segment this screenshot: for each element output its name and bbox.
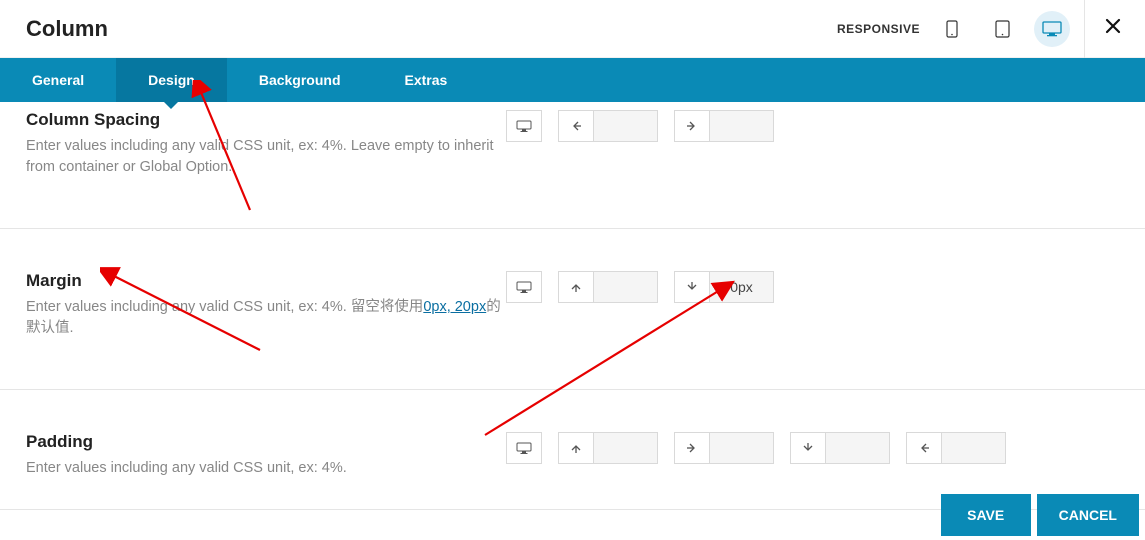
padding-device-toggle[interactable]	[506, 432, 542, 479]
arrow-right-icon	[674, 432, 710, 464]
device-desktop-button[interactable]	[1034, 11, 1070, 47]
margin-bottom-control	[674, 271, 774, 339]
responsive-label: RESPONSIVE	[837, 22, 920, 36]
tablet-icon	[995, 20, 1010, 38]
margin-desc: Enter values including any valid CSS uni…	[26, 297, 506, 339]
tab-extras[interactable]: Extras	[373, 58, 480, 102]
margin-bottom-input[interactable]	[710, 271, 774, 303]
cancel-button[interactable]: CANCEL	[1037, 494, 1139, 536]
arrow-up-icon	[558, 432, 594, 464]
arrow-right-icon	[674, 110, 710, 142]
responsive-group: RESPONSIVE	[837, 11, 1070, 47]
margin-top-control	[558, 271, 658, 339]
close-icon	[1105, 18, 1121, 34]
page-title: Column	[26, 16, 837, 42]
padding-bottom-control	[790, 432, 890, 479]
padding-right-input[interactable]	[710, 432, 774, 464]
margin-device-toggle[interactable]	[506, 271, 542, 339]
spacing-device-toggle[interactable]	[506, 110, 542, 178]
spacing-left-input[interactable]	[594, 110, 658, 142]
spacing-title: Column Spacing	[26, 110, 506, 130]
desktop-icon	[1042, 21, 1062, 37]
spacing-left-control	[558, 110, 658, 178]
desktop-icon	[516, 442, 532, 455]
tab-design[interactable]: Design	[116, 58, 227, 102]
padding-top-input[interactable]	[594, 432, 658, 464]
spacing-right-control	[674, 110, 774, 178]
padding-desc: Enter values including any valid CSS uni…	[26, 458, 506, 479]
close-button[interactable]	[1105, 18, 1121, 39]
desktop-icon	[516, 281, 532, 294]
padding-controls	[506, 432, 1006, 479]
padding-title: Padding	[26, 432, 506, 452]
margin-top-input[interactable]	[594, 271, 658, 303]
padding-bottom-input[interactable]	[826, 432, 890, 464]
desktop-icon	[516, 120, 532, 133]
device-phone-button[interactable]	[934, 11, 970, 47]
padding-top-control	[558, 432, 658, 479]
margin-default-link[interactable]: 0px, 20px	[423, 299, 486, 315]
padding-left-control	[906, 432, 1006, 479]
section-column-spacing: Column Spacing Enter values including an…	[0, 102, 1145, 229]
close-area	[1084, 0, 1121, 58]
device-tablet-button[interactable]	[984, 11, 1020, 47]
margin-desc-pre: Enter values including any valid CSS uni…	[26, 299, 423, 315]
padding-right-control	[674, 432, 774, 479]
phone-icon	[946, 20, 958, 38]
tab-general[interactable]: General	[0, 58, 116, 102]
arrow-left-icon	[558, 110, 594, 142]
footer: SAVE CANCEL	[0, 490, 1145, 540]
spacing-right-input[interactable]	[710, 110, 774, 142]
margin-controls	[506, 271, 774, 339]
arrow-down-icon	[790, 432, 826, 464]
arrow-down-icon	[674, 271, 710, 303]
spacing-desc: Enter values including any valid CSS uni…	[26, 136, 506, 178]
tab-background[interactable]: Background	[227, 58, 373, 102]
margin-title: Margin	[26, 271, 506, 291]
header: Column RESPONSIVE	[0, 0, 1145, 58]
arrow-left-icon	[906, 432, 942, 464]
save-button[interactable]: SAVE	[941, 494, 1031, 536]
section-margin: Margin Enter values including any valid …	[0, 229, 1145, 390]
spacing-controls	[506, 110, 774, 178]
tabs-bar: General Design Background Extras	[0, 58, 1145, 102]
arrow-up-icon	[558, 271, 594, 303]
padding-left-input[interactable]	[942, 432, 1006, 464]
